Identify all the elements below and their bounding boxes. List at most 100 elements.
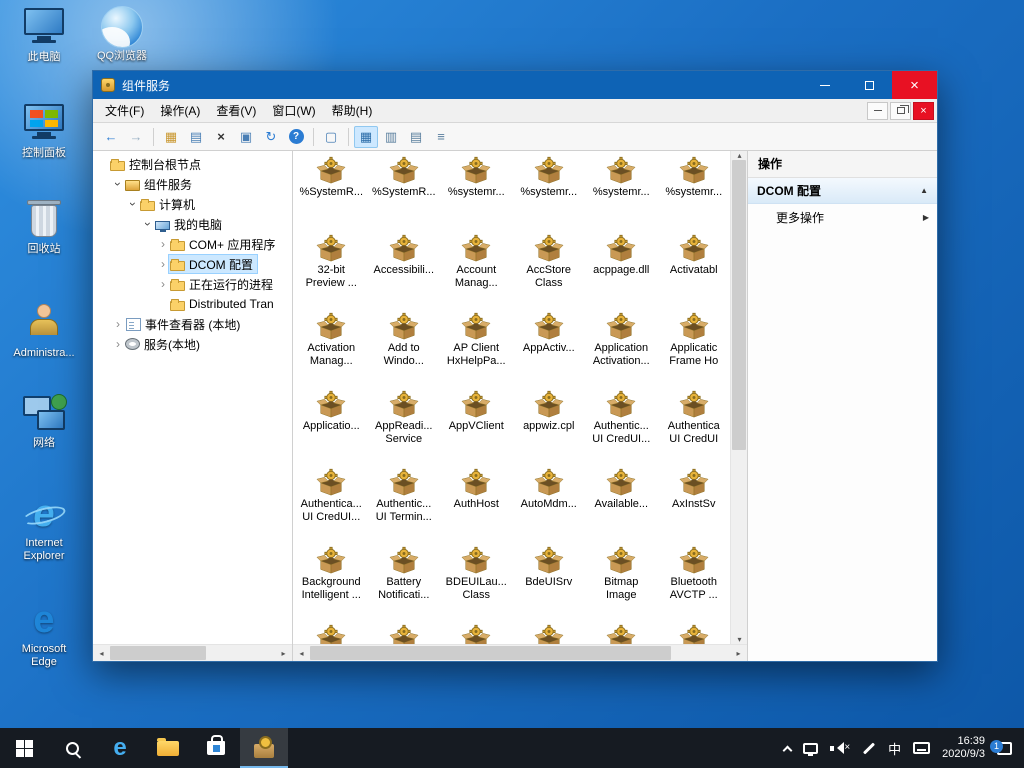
new-window-icon[interactable]: ▢	[319, 126, 343, 148]
mdi-minimize-button[interactable]	[867, 102, 888, 120]
dcom-component-item[interactable]: Add to Windo...	[368, 311, 441, 389]
chevron-icon[interactable]	[112, 337, 124, 351]
dcom-component-item[interactable]: Authentica... UI CredUI...	[295, 467, 368, 545]
chevron-icon[interactable]	[157, 277, 169, 291]
mdi-restore-button[interactable]	[890, 102, 911, 120]
scroll-left-arrow[interactable]: ◂	[93, 645, 110, 661]
dcom-component-item[interactable]	[658, 623, 731, 644]
dcom-component-item[interactable]: Background Intelligent ...	[295, 545, 368, 623]
ime-indicator[interactable]: 中	[888, 739, 901, 758]
help-icon[interactable]: ?	[284, 126, 308, 148]
list-horizontal-scrollbar[interactable]: ◂ ▸	[293, 644, 747, 661]
desktop-icon-network[interactable]: 网络	[10, 394, 78, 450]
tree-item[interactable]: 组件服务	[93, 174, 292, 194]
dcom-component-item[interactable]	[440, 623, 513, 644]
scroll-up-arrow[interactable]: ▴	[731, 151, 748, 160]
dcom-component-item[interactable]: AutoMdm...	[513, 467, 586, 545]
mdi-close-button[interactable]: ×	[913, 102, 934, 120]
dcom-component-item[interactable]	[585, 623, 658, 644]
dcom-component-item[interactable]: AppActiv...	[513, 311, 586, 389]
dcom-component-item[interactable]: Account Manag...	[440, 233, 513, 311]
forward-icon[interactable]: →	[124, 126, 148, 148]
tree-item[interactable]: 控制台根节点	[93, 154, 292, 174]
tree-item[interactable]: COM+ 应用程序	[93, 234, 292, 254]
taskbar-clock[interactable]: 16:39 2020/9/3	[942, 735, 985, 761]
view-large-icons-icon[interactable]: ▦	[354, 126, 378, 148]
chevron-icon[interactable]	[127, 197, 139, 211]
scroll-right-arrow[interactable]: ▸	[275, 645, 292, 661]
dcom-component-item[interactable]	[368, 623, 441, 644]
desktop-icon-recycle-bin[interactable]: 回收站	[10, 200, 78, 256]
dcom-component-item[interactable]: Activatabl	[658, 233, 731, 311]
scroll-down-arrow[interactable]: ▾	[731, 635, 748, 644]
dcom-component-item[interactable]: Bluetooth AVCTP ...	[658, 545, 731, 623]
menu-window[interactable]: 窗口(W)	[264, 98, 323, 123]
scroll-right-arrow[interactable]: ▸	[730, 645, 747, 661]
menu-view[interactable]: 查看(V)	[208, 98, 264, 123]
chevron-icon[interactable]	[157, 257, 169, 271]
menu-help[interactable]: 帮助(H)	[324, 98, 381, 123]
view-list-icon[interactable]: ▤	[404, 126, 428, 148]
window-titlebar[interactable]: 组件服务 ×	[93, 71, 937, 99]
dcom-component-item[interactable]: Battery Notificati...	[368, 545, 441, 623]
maximize-button[interactable]	[847, 71, 892, 99]
export-list-icon[interactable]: ▤	[184, 126, 208, 148]
dcom-component-item[interactable]: Application Activation...	[585, 311, 658, 389]
scroll-left-arrow[interactable]: ◂	[293, 645, 310, 661]
action-center-button[interactable]: 1	[997, 742, 1012, 755]
dcom-component-item[interactable]: AccStore Class	[513, 233, 586, 311]
dcom-component-item[interactable]: 32-bit Preview ...	[295, 233, 368, 311]
desktop-icon-qq-browser[interactable]: QQ浏览器	[88, 6, 156, 63]
tree-item[interactable]: 服务(本地)	[93, 334, 292, 354]
tree-item[interactable]: Distributed Tran	[93, 294, 292, 314]
tree-item[interactable]: 事件查看器 (本地)	[93, 314, 292, 334]
desktop-icon-administrator[interactable]: Administra...	[10, 302, 78, 360]
desktop-icon-microsoft-edge[interactable]: e Microsoft Edge	[10, 600, 78, 669]
dcom-component-item[interactable]: Applicatio...	[295, 389, 368, 467]
dcom-component-item[interactable]: AuthHost	[440, 467, 513, 545]
view-details-icon[interactable]: ≡	[429, 126, 453, 148]
chevron-icon[interactable]	[112, 177, 124, 191]
back-icon[interactable]: ←	[99, 126, 123, 148]
dcom-component-item[interactable]: AppReadi... Service	[368, 389, 441, 467]
dcom-component-item[interactable]: Applicatic Frame Ho	[658, 311, 731, 389]
touch-keyboard-icon[interactable]	[913, 742, 930, 754]
taskbar-component-services-button[interactable]	[240, 728, 288, 768]
collapse-arrow-icon[interactable]: ▲	[920, 186, 928, 195]
dcom-component-item[interactable]	[513, 623, 586, 644]
tree-horizontal-scrollbar[interactable]: ◂ ▸	[93, 644, 292, 661]
dcom-component-item[interactable]: %SystemR...	[295, 155, 368, 233]
dcom-component-item[interactable]: Activation Manag...	[295, 311, 368, 389]
dcom-component-item[interactable]: %systemr...	[585, 155, 658, 233]
properties-icon[interactable]: ▣	[234, 126, 258, 148]
delete-icon[interactable]: ×	[209, 126, 233, 148]
vertical-scrollbar[interactable]: ▴ ▾	[730, 151, 747, 644]
dcom-component-item[interactable]: appwiz.cpl	[513, 389, 586, 467]
dcom-component-item[interactable]: BdeUISrv	[513, 545, 586, 623]
chevron-icon[interactable]	[112, 317, 124, 331]
dcom-component-item[interactable]: acppage.dll	[585, 233, 658, 311]
desktop-icon-control-panel[interactable]: 控制面板	[10, 104, 78, 160]
tree-item[interactable]: 计算机	[93, 194, 292, 214]
dcom-component-item[interactable]: %systemr...	[658, 155, 731, 233]
dcom-component-item[interactable]: %systemr...	[440, 155, 513, 233]
dcom-component-item[interactable]: AP Client HxHelpPa...	[440, 311, 513, 389]
dcom-component-item[interactable]: Available...	[585, 467, 658, 545]
desktop-icon-this-pc[interactable]: 此电脑	[10, 8, 78, 64]
taskbar-store-button[interactable]	[192, 728, 240, 768]
dcom-component-item[interactable]: Authentica UI CredUI	[658, 389, 731, 467]
menu-file[interactable]: 文件(F)	[97, 98, 152, 123]
dcom-component-item[interactable]: AppVClient	[440, 389, 513, 467]
chevron-icon[interactable]	[142, 217, 154, 231]
refresh-icon[interactable]: ↻	[259, 126, 283, 148]
taskbar-file-explorer-button[interactable]	[144, 728, 192, 768]
minimize-button[interactable]	[802, 71, 847, 99]
dcom-component-item[interactable]: %systemr...	[513, 155, 586, 233]
dcom-component-item[interactable]: AxInstSv	[658, 467, 731, 545]
view-small-icons-icon[interactable]: ▥	[379, 126, 403, 148]
menu-action[interactable]: 操作(A)	[152, 98, 208, 123]
volume-muted-icon[interactable]: ×	[830, 742, 850, 755]
tree-item[interactable]: 正在运行的进程	[93, 274, 292, 294]
show-console-tree-icon[interactable]: ▦	[159, 126, 183, 148]
dcom-component-item[interactable]: BDEUILau... Class	[440, 545, 513, 623]
